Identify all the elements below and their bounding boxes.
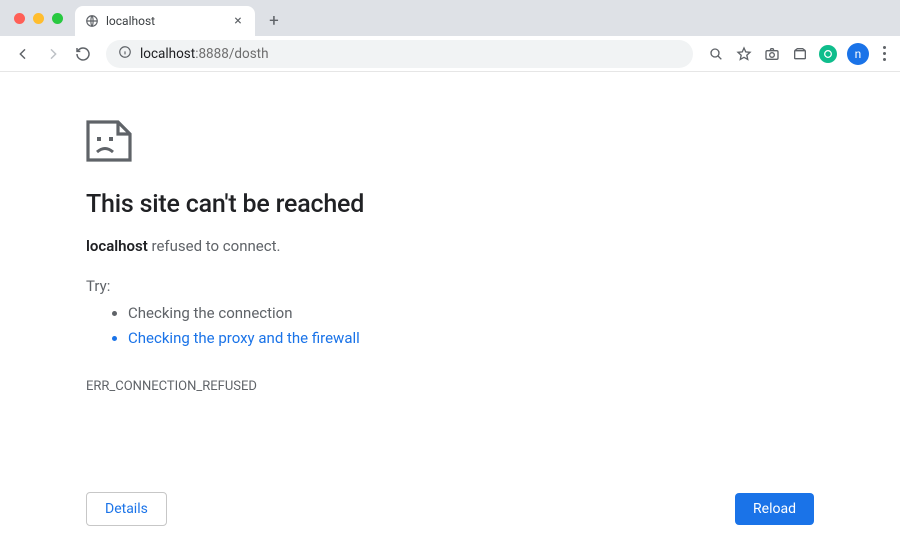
avatar-initial: n <box>855 47 862 61</box>
error-title: This site can't be reached <box>86 190 706 219</box>
tab-title: localhost <box>106 14 224 28</box>
tab-strip: localhost × + <box>0 0 900 36</box>
extension-icon[interactable] <box>791 45 809 63</box>
toolbar-actions: n <box>703 43 890 65</box>
details-button[interactable]: Details <box>86 492 167 526</box>
sad-page-icon <box>86 120 132 162</box>
zoom-icon[interactable] <box>707 45 725 63</box>
new-tab-button[interactable]: + <box>261 8 287 34</box>
forward-button[interactable] <box>40 41 66 67</box>
window-maximize-button[interactable] <box>52 13 63 24</box>
chrome-menu-button[interactable] <box>879 46 890 61</box>
window-close-button[interactable] <box>14 13 25 24</box>
suggestion-link[interactable]: Checking the proxy and the firewall <box>128 326 706 351</box>
profile-avatar[interactable]: n <box>847 43 869 65</box>
page-content: This site can't be reached localhost ref… <box>0 72 900 546</box>
window-controls <box>8 0 75 36</box>
back-button[interactable] <box>10 41 36 67</box>
error-message: localhost refused to connect. <box>86 237 706 255</box>
tab-close-button[interactable]: × <box>231 13 245 29</box>
camera-icon[interactable] <box>763 45 781 63</box>
browser-tab[interactable]: localhost × <box>75 6 255 36</box>
bookmark-star-icon[interactable] <box>735 45 753 63</box>
extension-round-icon[interactable] <box>819 45 837 63</box>
suggestion-item: Checking the connection <box>128 301 706 326</box>
browser-toolbar: localhost:8888/dosth n <box>0 36 900 72</box>
reload-page-button[interactable]: Reload <box>735 493 814 525</box>
site-info-icon[interactable] <box>118 45 132 63</box>
error-interstitial: This site can't be reached localhost ref… <box>86 120 706 394</box>
error-code: ERR_CONNECTION_REFUSED <box>86 379 706 394</box>
try-label: Try: <box>86 277 706 295</box>
globe-icon <box>85 14 99 28</box>
address-bar[interactable]: localhost:8888/dosth <box>106 40 693 68</box>
url-text: localhost:8888/dosth <box>140 46 269 62</box>
reload-button[interactable] <box>70 41 96 67</box>
button-row: Details Reload <box>86 492 814 526</box>
suggestion-list: Checking the connection Checking the pro… <box>86 301 706 351</box>
window-minimize-button[interactable] <box>33 13 44 24</box>
